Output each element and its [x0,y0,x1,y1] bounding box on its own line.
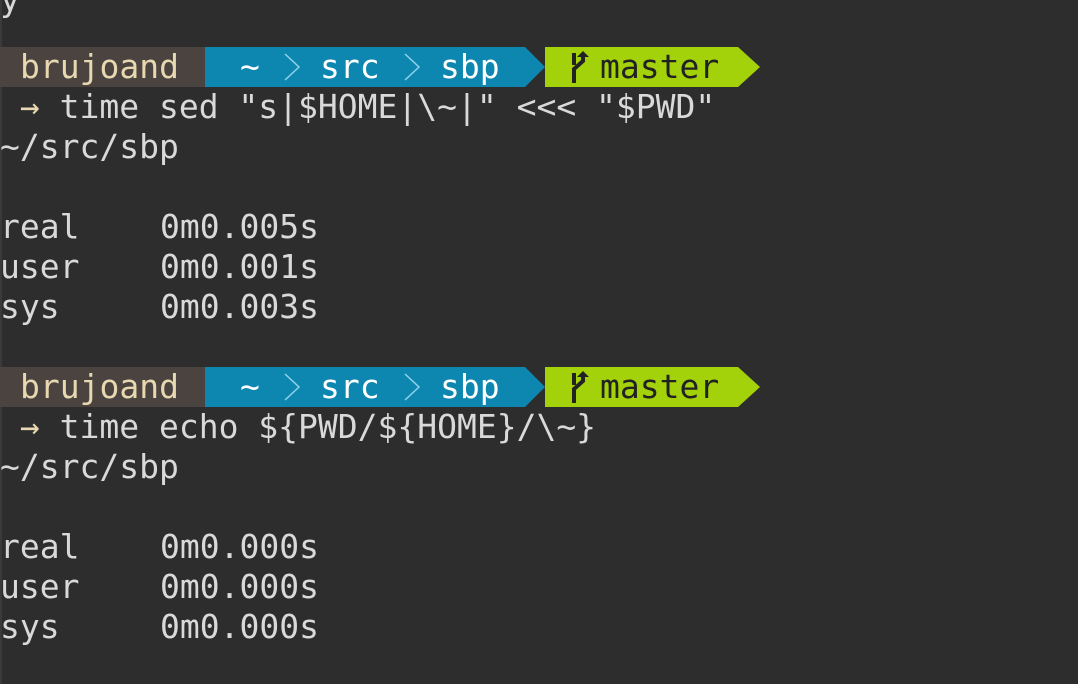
git-branch-name: master [600,367,720,406]
timing-label: real [0,207,80,246]
segment-arrow [525,47,545,87]
prompt-user-segment: brujoand [0,47,205,87]
timing-label: real [0,527,80,566]
prompt-bar: brujoand ~ src sbp master [0,47,760,87]
scrollback-fragment: y [0,0,20,20]
git-branch-icon [572,371,589,403]
command-text: time sed "s|$HOME|\~|" <<< "$PWD" [59,87,716,126]
timing-value: 0m0.000s [160,527,319,566]
command-output: ~/src/sbp [0,127,179,166]
timing-row: user 0m0.001s [0,247,319,287]
timing-label: user [0,567,80,606]
timing-row: sys 0m0.000s [0,607,319,647]
prompt-path-segment: ~ src sbp [205,367,525,407]
prompt-git-segment: master [545,47,738,87]
chevron-right-icon [284,373,301,401]
path-home: ~ [240,367,260,406]
git-branch-icon [572,51,589,83]
timing-row: real 0m0.005s [0,207,319,247]
command-line: → time sed "s|$HOME|\~|" <<< "$PWD" [0,87,715,127]
command-output: ~/src/sbp [0,447,179,486]
timing-row: real 0m0.000s [0,527,319,567]
path-sbp: sbp [440,47,500,86]
timing-label: sys [0,607,60,646]
chevron-right-icon [404,53,421,81]
command-line: → time echo ${PWD/${HOME}/\~} [0,407,596,447]
prompt-git-segment: master [545,367,738,407]
chevron-right-icon [284,53,301,81]
git-branch-name: master [600,47,720,86]
chevron-right-icon [404,373,421,401]
timing-value: 0m0.003s [160,287,319,326]
segment-arrow [738,47,760,87]
timing-value: 0m0.005s [160,207,319,246]
segment-arrow [738,367,760,407]
timing-value: 0m0.001s [160,247,319,286]
path-src: src [320,367,380,406]
command-text: time echo ${PWD/${HOME}/\~} [59,407,597,446]
timing-value: 0m0.000s [160,607,319,646]
timing-row: user 0m0.000s [0,567,319,607]
path-sbp: sbp [440,367,500,406]
timing-label: user [0,247,80,286]
prompt-user-segment: brujoand [0,367,205,407]
prompt-bar: brujoand ~ src sbp master [0,367,760,407]
timing-label: sys [0,287,60,326]
prompt-path-segment: ~ src sbp [205,47,525,87]
path-home: ~ [240,47,260,86]
timing-value: 0m0.000s [160,567,319,606]
path-src: src [320,47,380,86]
timing-row: sys 0m0.003s [0,287,319,327]
prompt-symbol: → [19,407,40,446]
segment-arrow [525,367,545,407]
prompt-symbol: → [19,87,40,126]
